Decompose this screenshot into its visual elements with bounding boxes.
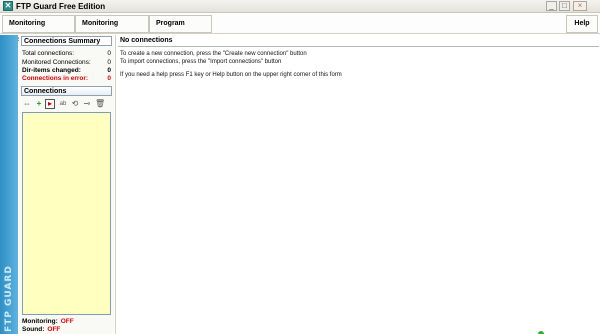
summary-row-changed: Dir-items changed: 0 [22,67,112,75]
connections-heading: Connections [21,86,112,96]
brand-label: FTP GUARD [4,265,14,332]
page-title: No connections [120,37,173,44]
connections-summary-heading: Connections Summary [21,36,112,46]
import-connection-icon[interactable]: ▸ [45,99,55,109]
main-toolbar: Monitoring Results Monitoring Settings P… [0,14,600,43]
window-title: FTP Guard Free Edition [16,2,106,11]
monitoring-results-button[interactable]: Monitoring Results [2,15,75,43]
monitoring-value[interactable]: OFF [61,318,74,325]
summary-row-label: Dir-items changed: [22,67,81,74]
connect-icon[interactable]: ⇔ [22,99,32,109]
hint-help: If you need a help press F1 key or Help … [120,72,342,78]
monitoring-settings-button[interactable]: Monitoring Settings [75,15,149,43]
refresh-icon[interactable]: ⟲ [70,99,80,109]
title-bar: ✕ FTP Guard Free Edition _ □ × [0,0,600,13]
key-icon[interactable]: ⊸ [82,99,92,109]
summary-row-value: 0 [107,59,111,66]
title-divider [118,46,599,47]
sound-value[interactable]: OFF [47,326,60,333]
maximize-button[interactable]: □ [559,1,570,11]
delete-icon[interactable]: 🗑 [94,99,105,109]
connections-toolbar: ⇔ + ▸ ab ⟲ ⊸ 🗑 [22,99,112,109]
app-icon: ✕ [3,1,13,11]
edit-connection-icon[interactable]: ab [58,99,68,109]
summary-row-value: 0 [107,50,111,57]
connections-list[interactable] [22,112,111,315]
summary-row-value: 0 [107,67,111,74]
summary-row-errors: Connections in error: 0 [22,75,112,83]
main-content: No connections To create a new connectio… [115,35,600,334]
close-button[interactable]: × [573,1,587,11]
hint-create: To create a new connection, press the "C… [120,51,307,57]
summary-panel: Connections Summary Total connections: 0… [19,35,114,334]
monitoring-label: Monitoring: [22,318,58,325]
summary-row-label: Total connections: [22,50,75,57]
monitoring-status: Monitoring: OFF [22,318,74,326]
help-button[interactable]: Help [566,15,598,33]
add-connection-icon[interactable]: + [34,99,44,109]
summary-row-label: Connections in error: [22,75,89,82]
hint-import: To import connections, press the "Import… [120,59,282,65]
program-options-button[interactable]: Program Options [149,15,212,43]
summary-row-monitored: Monitored Connections: 0 [22,59,112,67]
summary-row-value: 0 [107,75,111,82]
summary-row-total: Total connections: 0 [22,50,112,58]
minimize-button[interactable]: _ [546,1,557,11]
sound-label: Sound: [22,326,45,333]
sound-status: Sound: OFF [22,326,60,334]
summary-row-label: Monitored Connections: [22,59,91,66]
